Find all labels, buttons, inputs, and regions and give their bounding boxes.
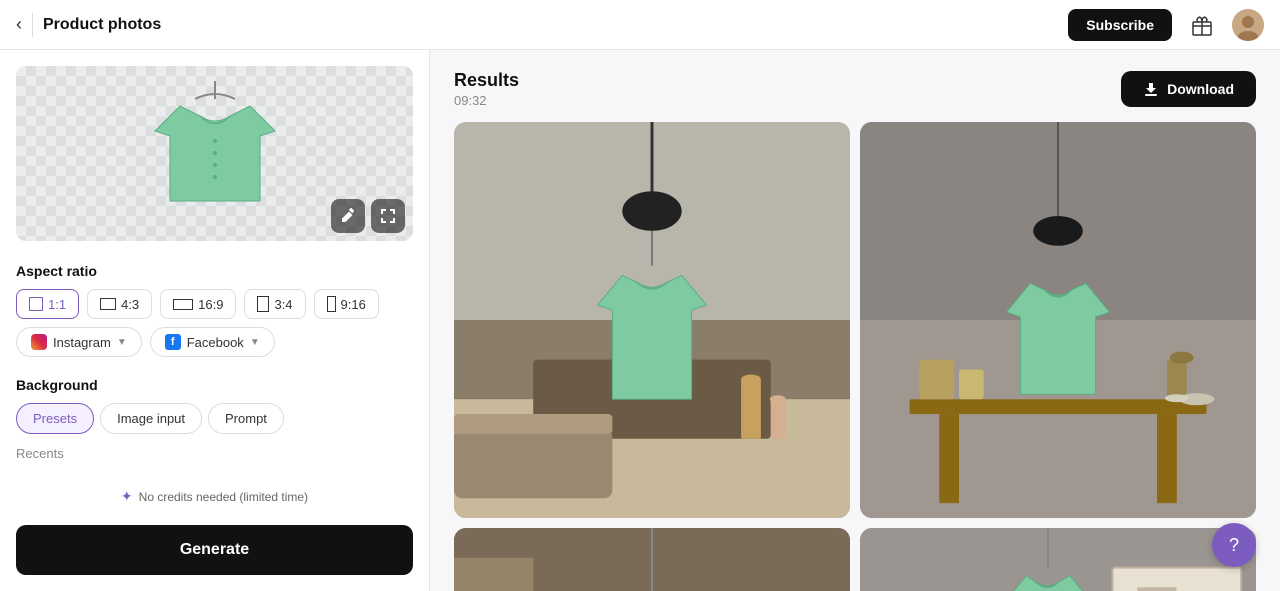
image-preview — [16, 66, 413, 241]
edit-image-button[interactable] — [331, 199, 365, 233]
ratio-4-3[interactable]: 4:3 — [87, 289, 152, 319]
ratio-3-4[interactable]: 3:4 — [244, 289, 305, 319]
generate-button[interactable]: Generate — [16, 525, 413, 575]
ratio-icon-1-1 — [29, 297, 43, 311]
background-tabs: Presets Image input Prompt — [16, 403, 413, 434]
help-icon: ? — [1229, 535, 1239, 556]
results-title: Results — [454, 70, 519, 91]
page-title: Product photos — [43, 16, 161, 34]
left-panel: Aspect ratio 1:1 4:3 16:9 3:4 — [0, 50, 430, 591]
ratio-icon-16-9 — [173, 299, 193, 310]
results-grid — [454, 122, 1256, 591]
help-button[interactable]: ? — [1212, 523, 1256, 567]
results-header: Results 09:32 Download — [454, 70, 1256, 108]
ratio-1-1[interactable]: 1:1 — [16, 289, 79, 319]
expand-image-button[interactable] — [371, 199, 405, 233]
ratio-options: 1:1 4:3 16:9 3:4 9:16 — [16, 289, 413, 319]
preview-actions — [331, 199, 405, 233]
recents-label: Recents — [16, 446, 413, 461]
download-button[interactable]: Download — [1121, 71, 1256, 107]
result-image-3[interactable] — [454, 528, 850, 591]
background-title: Background — [16, 377, 413, 393]
ratio-icon-3-4 — [257, 296, 269, 312]
topbar: ‹ Product photos Subscribe — [0, 0, 1280, 50]
instagram-icon — [31, 334, 47, 350]
ratio-9-16[interactable]: 9:16 — [314, 289, 379, 319]
star-icon: ✦ — [121, 488, 133, 505]
ratio-icon-9-16 — [327, 296, 336, 312]
social-presets: Instagram ▼ f Facebook ▼ — [16, 327, 413, 357]
back-button[interactable]: ‹ — [16, 14, 22, 35]
tab-image-input[interactable]: Image input — [100, 403, 202, 434]
chevron-down-icon-fb: ▼ — [250, 337, 260, 348]
results-time: 09:32 — [454, 93, 519, 108]
tab-presets[interactable]: Presets — [16, 403, 94, 434]
gift-icon[interactable] — [1184, 7, 1220, 43]
tab-prompt[interactable]: Prompt — [208, 403, 284, 434]
subscribe-button[interactable]: Subscribe — [1068, 9, 1172, 41]
instagram-preset-button[interactable]: Instagram ▼ — [16, 327, 142, 357]
generate-button-wrap: Generate — [0, 513, 429, 591]
main-layout: Aspect ratio 1:1 4:3 16:9 3:4 — [0, 50, 1280, 591]
result-image-2[interactable] — [860, 122, 1256, 518]
facebook-icon: f — [165, 334, 181, 350]
facebook-preset-button[interactable]: f Facebook ▼ — [150, 327, 275, 357]
ratio-16-9[interactable]: 16:9 — [160, 289, 236, 319]
aspect-ratio-section: Aspect ratio 1:1 4:3 16:9 3:4 — [0, 253, 429, 367]
avatar[interactable] — [1232, 9, 1264, 41]
chevron-down-icon: ▼ — [117, 337, 127, 348]
background-section: Background Presets Image input Prompt Re… — [0, 367, 429, 471]
shirt-preview — [135, 81, 295, 226]
aspect-ratio-title: Aspect ratio — [16, 263, 413, 279]
ratio-icon-4-3 — [100, 298, 116, 310]
topbar-right: Subscribe — [1068, 7, 1264, 43]
topbar-left: ‹ Product photos — [16, 13, 1068, 37]
download-icon — [1143, 81, 1159, 97]
result-image-4[interactable] — [860, 528, 1256, 591]
credits-note: ✦ No credits needed (limited time) — [0, 480, 429, 513]
topbar-divider — [32, 13, 33, 37]
results-info: Results 09:32 — [454, 70, 519, 108]
right-panel: Results 09:32 Download — [430, 50, 1280, 591]
result-image-1[interactable] — [454, 122, 850, 518]
